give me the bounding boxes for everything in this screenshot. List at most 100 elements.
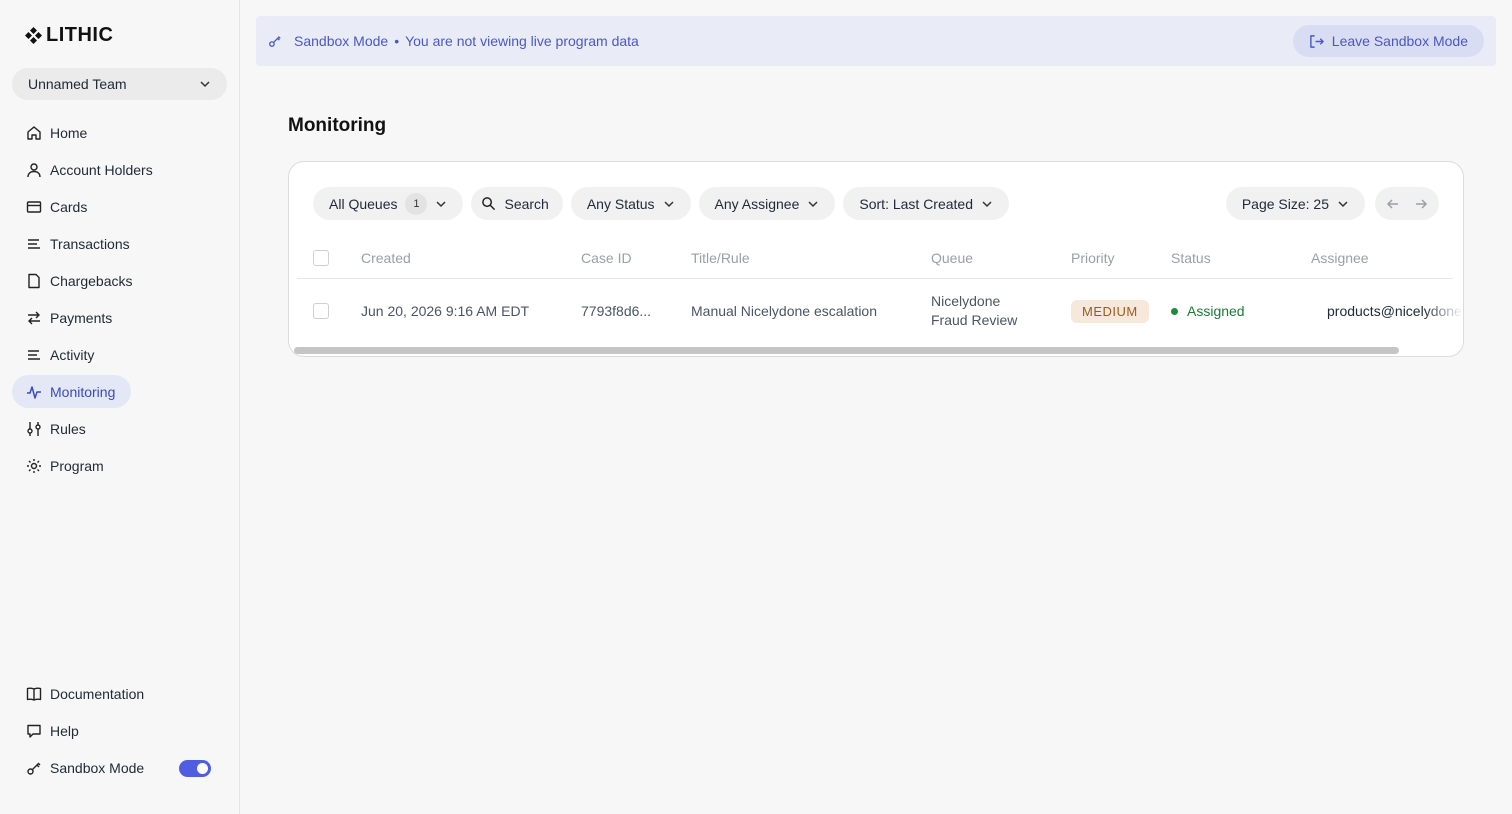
queue-name-line-2: Fraud Review <box>931 312 1018 328</box>
sidebar-item-rules[interactable]: Rules <box>12 412 102 445</box>
next-page-button[interactable] <box>1409 192 1433 216</box>
cell-queue: Nicelydone Fraud Review <box>931 280 1017 342</box>
sidebar-item-sandbox-mode[interactable]: Sandbox Mode <box>12 751 160 784</box>
book-icon <box>26 686 42 701</box>
status-filter-label: Any Status <box>586 195 655 212</box>
prev-page-button[interactable] <box>1381 192 1405 216</box>
list-icon <box>28 349 40 360</box>
assignee-filter[interactable]: Any Assignee <box>698 187 836 220</box>
queues-filter[interactable]: All Queues 1 <box>313 187 464 220</box>
column-header-title[interactable]: Title/Rule <box>691 238 750 278</box>
queues-count-badge: 1 <box>405 192 428 215</box>
sidebar-item-home[interactable]: Home <box>12 116 103 149</box>
chevron-down-icon <box>436 200 447 207</box>
sidebar-item-label: Documentation <box>50 685 145 702</box>
key-icon <box>27 762 41 775</box>
arrow-right-icon <box>1416 198 1428 209</box>
team-selector[interactable]: Unnamed Team <box>12 68 227 100</box>
sidebar-item-label: Account Holders <box>50 161 153 178</box>
sandbox-mode-toggle[interactable] <box>179 760 211 777</box>
search-button[interactable]: Search <box>471 187 563 220</box>
sidebar-item-account-holders[interactable]: Account Holders <box>12 153 169 186</box>
column-header-case-id[interactable]: Case ID <box>581 238 632 278</box>
filter-toolbar: All Queues 1 Search Any Status Any Assig… <box>313 187 1010 220</box>
chevron-down-icon <box>982 200 992 207</box>
cell-created: Jun 20, 2026 9:16 AM EDT <box>361 303 530 319</box>
assignee-filter-label: Any Assignee <box>714 195 800 212</box>
cell-case-id: 7793f8d6... <box>581 303 652 319</box>
table-header: Created Case ID Title/Rule Queue Priorit… <box>297 238 1453 279</box>
lithic-logo-icon <box>25 27 42 44</box>
sidebar-item-label: Monitoring <box>50 383 116 400</box>
priority-badge: MEDIUM <box>1071 299 1149 323</box>
column-header-queue[interactable]: Queue <box>931 238 973 278</box>
key-icon <box>269 36 281 47</box>
column-header-priority[interactable]: Priority <box>1071 238 1115 278</box>
lithic-logo[interactable]: LITHIC <box>24 25 113 45</box>
row-checkbox[interactable] <box>313 303 329 319</box>
logout-icon <box>1309 34 1324 48</box>
sidebar-item-monitoring[interactable]: Monitoring <box>12 375 132 408</box>
sidebar-item-label: Sandbox Mode <box>50 759 145 776</box>
page-title: Monitoring <box>288 115 387 136</box>
sidebar-item-documentation[interactable]: Documentation <box>12 677 160 710</box>
sidebar-item-activity[interactable]: Activity <box>12 338 110 371</box>
sidebar-item-label: Cards <box>50 198 88 215</box>
status-text: Assigned <box>1187 303 1245 319</box>
sidebar-item-label: Home <box>50 124 88 141</box>
sidebar-item-label: Payments <box>50 309 113 326</box>
pulse-icon <box>27 385 41 399</box>
arrow-left-icon <box>1386 198 1398 209</box>
cell-status: Assigned <box>1171 280 1245 342</box>
sidebar-item-label: Activity <box>50 346 95 363</box>
sidebar-item-chargebacks[interactable]: Chargebacks <box>12 264 149 297</box>
search-icon <box>482 197 496 211</box>
sidebar-item-label: Rules <box>50 420 86 437</box>
user-icon <box>27 162 41 177</box>
search-label: Search <box>504 195 549 212</box>
leave-sandbox-label: Leave Sandbox Mode <box>1331 33 1468 49</box>
page-size-dropdown[interactable]: Page Size: 25 <box>1225 187 1365 220</box>
table-row[interactable]: Jun 20, 2026 9:16 AM EDT 7793f8d6... Man… <box>297 280 1462 342</box>
queue-name-line-1: Nicelydone <box>931 293 1001 309</box>
cell-title: Manual Nicelydone escalation <box>691 303 877 319</box>
sidebar-item-transactions[interactable]: Transactions <box>12 227 146 260</box>
sidebar-item-cards[interactable]: Cards <box>12 190 103 223</box>
column-header-status[interactable]: Status <box>1171 238 1211 278</box>
sidebar-item-payments[interactable]: Payments <box>12 301 128 334</box>
gear-icon <box>27 458 41 473</box>
column-header-assignee[interactable]: Assignee <box>1311 238 1369 278</box>
cell-priority: MEDIUM <box>1071 280 1149 342</box>
sidebar-nav: Home Account Holders Cards Transactions … <box>12 116 228 486</box>
card-icon <box>26 200 42 213</box>
chevron-down-icon <box>808 200 818 207</box>
sidebar-item-label: Chargebacks <box>50 272 133 289</box>
sidebar-item-label: Help <box>50 722 79 739</box>
row-select-cell <box>313 280 329 342</box>
column-header-created[interactable]: Created <box>361 238 411 278</box>
pager <box>1375 187 1439 220</box>
banner-separator: • <box>394 33 400 49</box>
horizontal-scrollbar[interactable] <box>294 347 1399 354</box>
arrows-icon <box>28 311 40 324</box>
select-all-checkbox[interactable] <box>313 250 329 266</box>
sort-dropdown[interactable]: Sort: Last Created <box>843 187 1010 220</box>
page-size-label: Page Size: 25 <box>1241 195 1329 212</box>
sliders-icon <box>27 421 41 436</box>
banner-title: Sandbox Mode <box>294 33 389 49</box>
list-icon <box>28 238 40 249</box>
sidebar-item-help[interactable]: Help <box>12 714 95 747</box>
status-dot-icon <box>1171 307 1178 315</box>
brand-name: LITHIC <box>46 24 114 46</box>
pagination-tools: Page Size: 25 <box>1225 187 1439 220</box>
chevron-down-icon <box>200 81 210 88</box>
sidebar: LITHIC Unnamed Team Home Account Holders… <box>0 0 240 814</box>
sidebar-item-program[interactable]: Program <box>12 449 120 482</box>
leave-sandbox-button[interactable]: Leave Sandbox Mode <box>1292 25 1484 57</box>
chat-icon <box>27 724 41 738</box>
document-icon <box>28 273 40 288</box>
row-overflow-fade <box>1423 280 1463 342</box>
status-filter[interactable]: Any Status <box>570 187 691 220</box>
queues-filter-label: All Queues <box>329 195 398 212</box>
home-icon <box>27 125 41 140</box>
